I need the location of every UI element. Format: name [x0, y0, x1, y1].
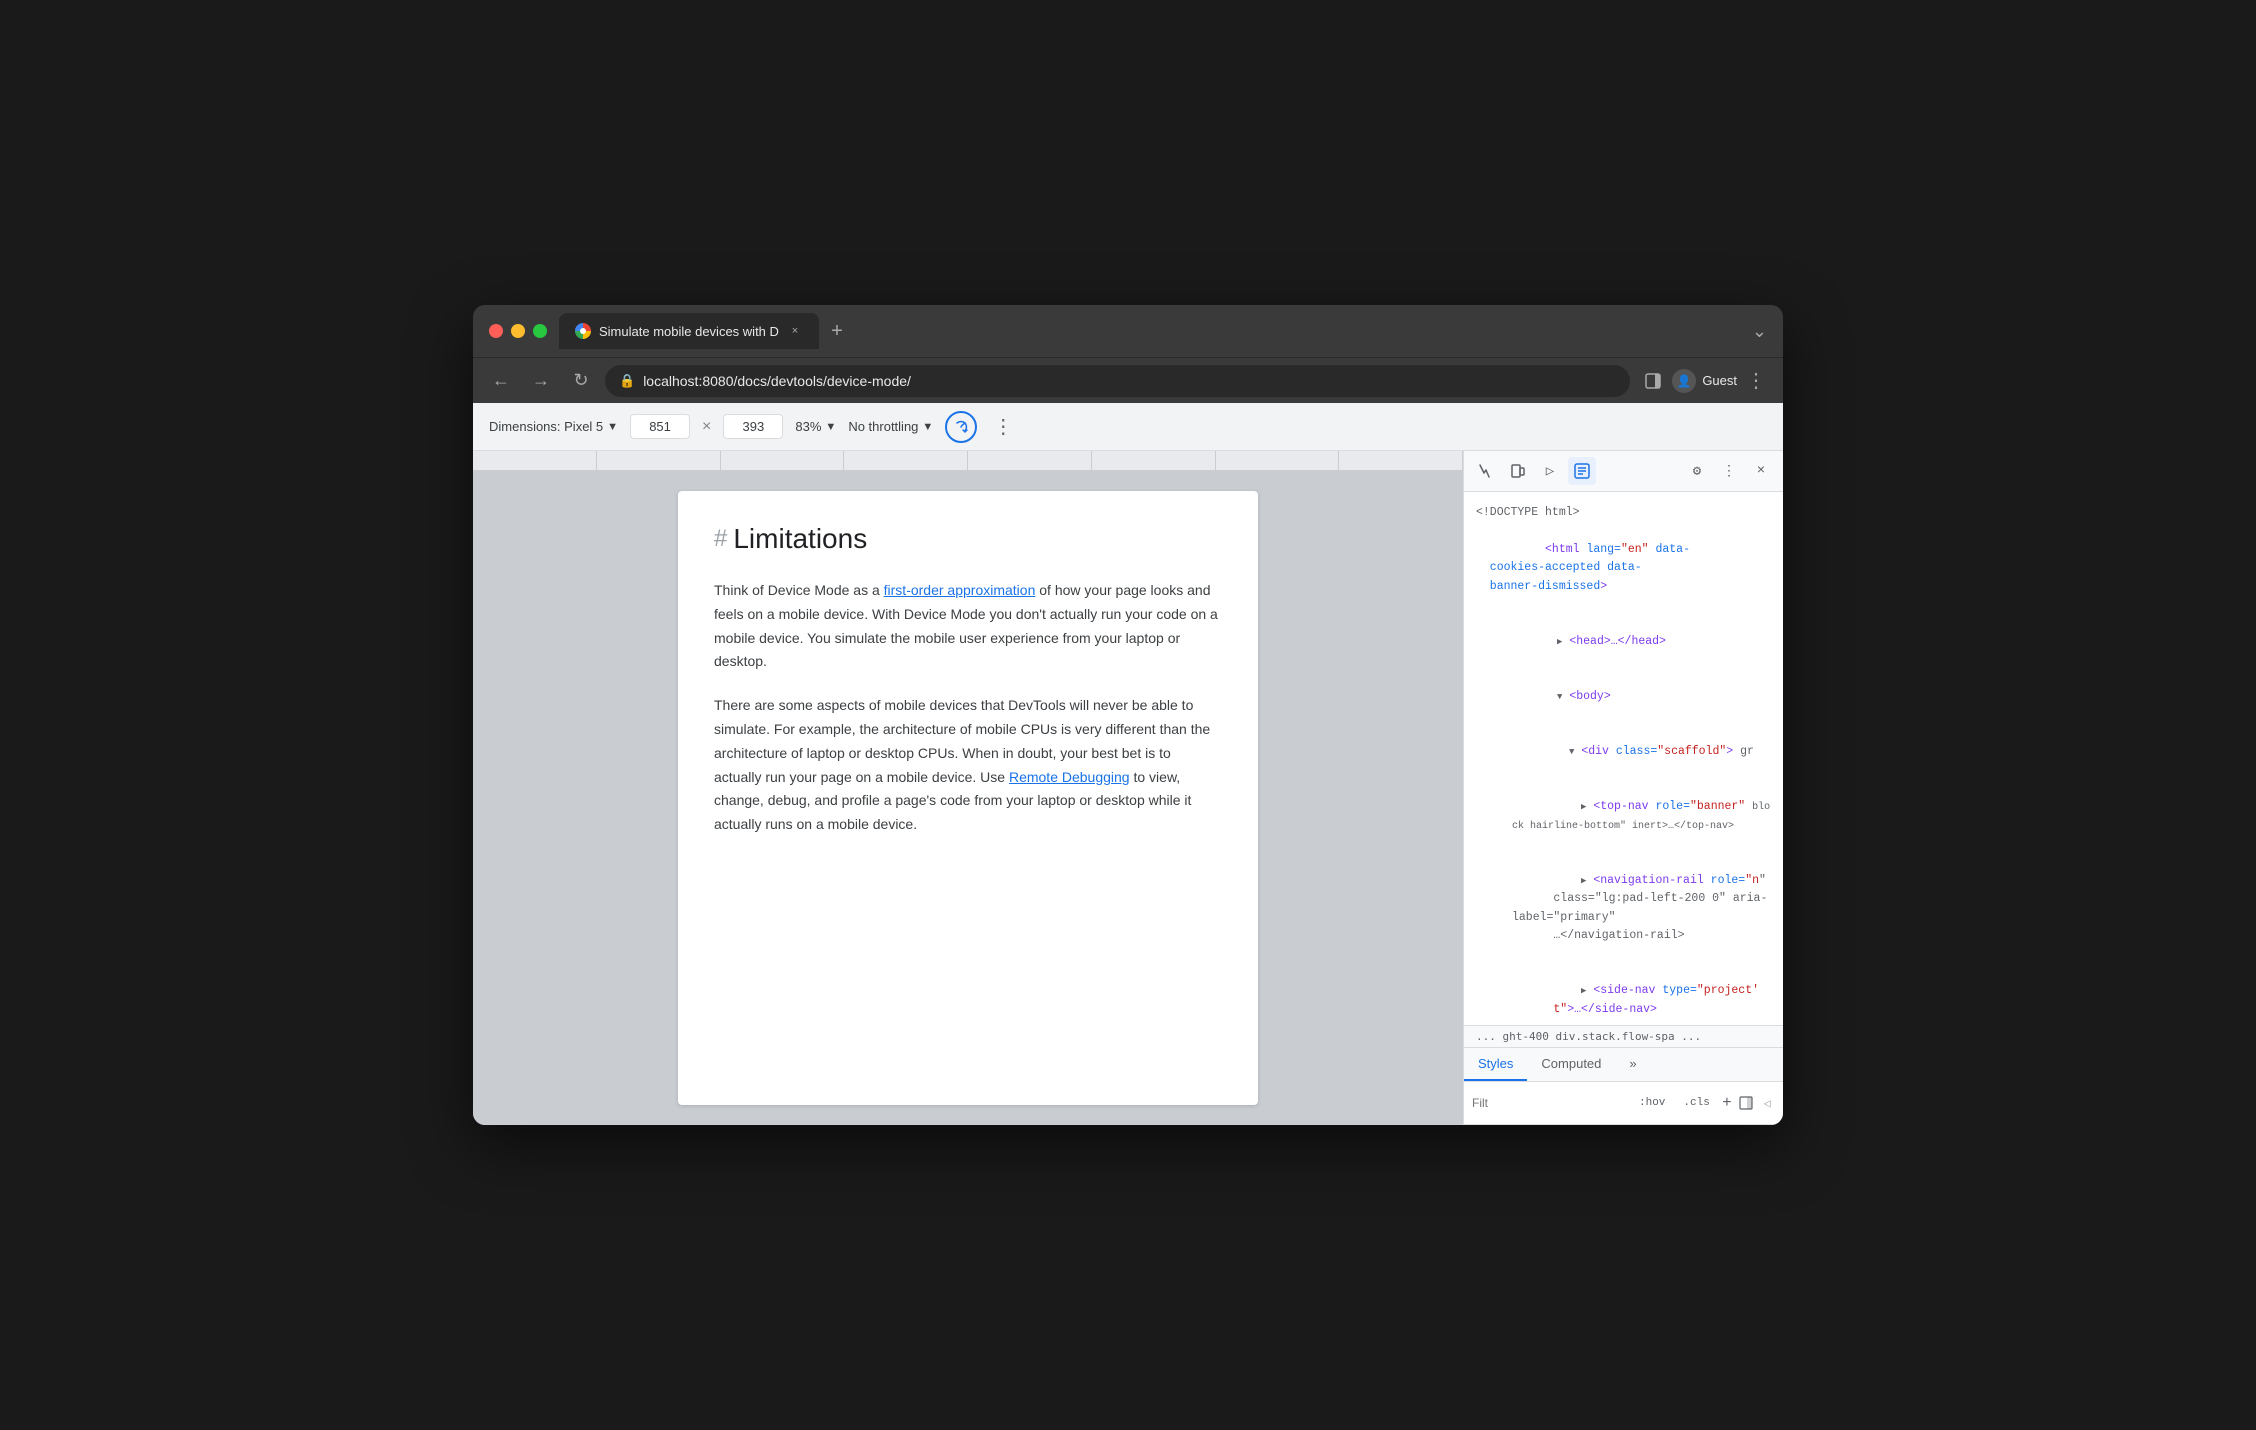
rotate-button[interactable] — [945, 411, 977, 443]
browser-window: Simulate mobile devices with D × + ⌄ ← →… — [473, 305, 1783, 1125]
nav-right: 👤 Guest ⋮ — [1638, 366, 1771, 396]
window-more-button[interactable]: ⌄ — [1752, 321, 1767, 342]
devtools-tabs: Styles Computed » — [1464, 1048, 1783, 1082]
ruler — [473, 451, 1463, 471]
settings-button[interactable]: ⚙ — [1683, 457, 1711, 485]
devtools-code-panel: <!DOCTYPE html> <html lang="en" data- co… — [1464, 492, 1783, 1025]
tab-more-icon: » — [1629, 1056, 1636, 1071]
height-input[interactable] — [723, 414, 783, 439]
code-line-doctype: <!DOCTYPE html> — [1476, 504, 1771, 522]
minimize-button[interactable] — [511, 324, 525, 338]
profile-button[interactable]: 👤 Guest — [1672, 369, 1737, 393]
cls-filter-button[interactable]: .cls — [1677, 1095, 1715, 1111]
maximize-button[interactable] — [533, 324, 547, 338]
ruler-tick — [473, 451, 597, 470]
ruler-tick — [844, 451, 968, 470]
throttle-chevron-icon: ▼ — [922, 421, 933, 433]
tab-favicon — [575, 323, 591, 339]
active-tab[interactable]: Simulate mobile devices with D × — [559, 313, 819, 349]
tab-close-button[interactable]: × — [787, 323, 803, 339]
toggle-sidebar-icon[interactable]: ◁ — [1760, 1088, 1775, 1118]
ruler-tick — [968, 451, 1092, 470]
first-order-link[interactable]: first-order approximation — [884, 582, 1036, 598]
address-text: localhost:8080/docs/devtools/device-mode… — [643, 373, 911, 389]
page-content: # Limitations Think of Device Mode as a … — [678, 491, 1258, 1105]
hov-filter-button[interactable]: :hov — [1633, 1095, 1671, 1111]
code-line-html[interactable]: <html lang="en" data- cookies-accepted d… — [1476, 522, 1771, 614]
ruler-tick — [1216, 451, 1340, 470]
styles-tab-label: Styles — [1478, 1056, 1513, 1071]
title-bar: Simulate mobile devices with D × + ⌄ — [473, 305, 1783, 357]
forward-button[interactable]: → — [525, 365, 557, 397]
sidebar-toggle-button[interactable] — [1638, 366, 1668, 396]
ruler-tick — [721, 451, 845, 470]
breadcrumb-text: ... ght-400 div.stack.flow-spa ... — [1476, 1030, 1701, 1043]
tab-label: Simulate mobile devices with D — [599, 324, 779, 339]
dimensions-dropdown[interactable]: Dimensions: Pixel 5 ▼ — [489, 419, 618, 434]
throttle-dropdown[interactable]: No throttling ▼ — [848, 419, 933, 434]
new-tab-button[interactable]: + — [823, 317, 851, 345]
ruler-tick — [597, 451, 721, 470]
code-line-nav-rail[interactable]: ▶ <navigation-rail role="n" class="lg:pa… — [1476, 853, 1771, 963]
zoom-chevron-icon: ▼ — [825, 421, 836, 433]
devtools-breadcrumb: ... ght-400 div.stack.flow-spa ... — [1464, 1025, 1783, 1048]
add-style-button[interactable]: + — [1722, 1093, 1732, 1113]
devtools-panel: ▷ ⚙ ⋮ × <!DOCTYPE html> <h — [1463, 451, 1783, 1125]
computed-tab-label: Computed — [1541, 1056, 1601, 1071]
refresh-button[interactable]: ↻ — [565, 365, 597, 397]
heading-hash: # — [714, 525, 727, 553]
devtools-more-button[interactable]: ⋮ — [1715, 457, 1743, 485]
dimension-separator: × — [702, 418, 711, 436]
heading-text: Limitations — [733, 523, 867, 555]
code-line-body[interactable]: ▼ <body> — [1476, 670, 1771, 725]
paragraph-2: There are some aspects of mobile devices… — [714, 694, 1222, 837]
page-container: # Limitations Think of Device Mode as a … — [473, 471, 1463, 1125]
forward-arrow-icon[interactable]: ▷ — [1536, 457, 1564, 485]
devtools-close-button[interactable]: × — [1747, 457, 1775, 485]
browser-viewport: # Limitations Think of Device Mode as a … — [473, 451, 1463, 1125]
toolbar-more-button[interactable]: ⋮ — [993, 414, 1013, 439]
address-bar[interactable]: 🔒 localhost:8080/docs/devtools/device-mo… — [605, 365, 1630, 397]
styles-filter-bar: :hov .cls + ◁ — [1464, 1082, 1783, 1125]
width-input[interactable] — [630, 414, 690, 439]
tab-styles[interactable]: Styles — [1464, 1048, 1527, 1081]
device-toolbar: Dimensions: Pixel 5 ▼ × 83% ▼ No throttl… — [473, 403, 1783, 451]
tab-bar: Simulate mobile devices with D × + — [559, 313, 1740, 349]
lock-icon: 🔒 — [619, 373, 635, 389]
styles-filter-input[interactable] — [1472, 1096, 1627, 1110]
back-button[interactable]: ← — [485, 365, 517, 397]
dimensions-label: Dimensions: Pixel 5 — [489, 419, 603, 434]
tab-more-button[interactable]: » — [1615, 1048, 1650, 1081]
traffic-lights — [489, 324, 547, 338]
code-line-side-nav[interactable]: ▶ <side-nav type="project' t">…</side-na… — [1476, 964, 1771, 1025]
zoom-label: 83% — [795, 419, 821, 434]
close-button[interactable] — [489, 324, 503, 338]
nav-bar: ← → ↻ 🔒 localhost:8080/docs/devtools/dev… — [473, 357, 1783, 403]
remote-debugging-link[interactable]: Remote Debugging — [1009, 769, 1130, 785]
device-mode-button[interactable] — [1504, 457, 1532, 485]
ruler-tick — [1092, 451, 1216, 470]
code-line-div-scaffold[interactable]: ▼ <div class="scaffold"> gr — [1476, 725, 1771, 780]
main-area: # Limitations Think of Device Mode as a … — [473, 451, 1783, 1125]
elements-panel-button[interactable] — [1568, 457, 1596, 485]
profile-avatar: 👤 — [1672, 369, 1696, 393]
browser-more-button[interactable]: ⋮ — [1741, 366, 1771, 396]
tab-computed[interactable]: Computed — [1527, 1048, 1615, 1081]
inspector-button[interactable] — [1472, 457, 1500, 485]
code-line-head[interactable]: ▶ <head>…</head> — [1476, 614, 1771, 669]
ruler-tick — [1339, 451, 1463, 470]
zoom-dropdown[interactable]: 83% ▼ — [795, 419, 836, 434]
profile-label: Guest — [1702, 373, 1737, 388]
dimensions-chevron-icon: ▼ — [607, 421, 618, 433]
throttle-label: No throttling — [848, 419, 918, 434]
computed-sidebar-icon[interactable] — [1738, 1088, 1753, 1118]
devtools-toolbar: ▷ ⚙ ⋮ × — [1464, 451, 1783, 492]
code-line-top-nav[interactable]: ▶ <top-nav role="banner" block hairline-… — [1476, 780, 1771, 854]
page-heading: # Limitations — [714, 523, 1222, 555]
paragraph-1: Think of Device Mode as a first-order ap… — [714, 579, 1222, 674]
